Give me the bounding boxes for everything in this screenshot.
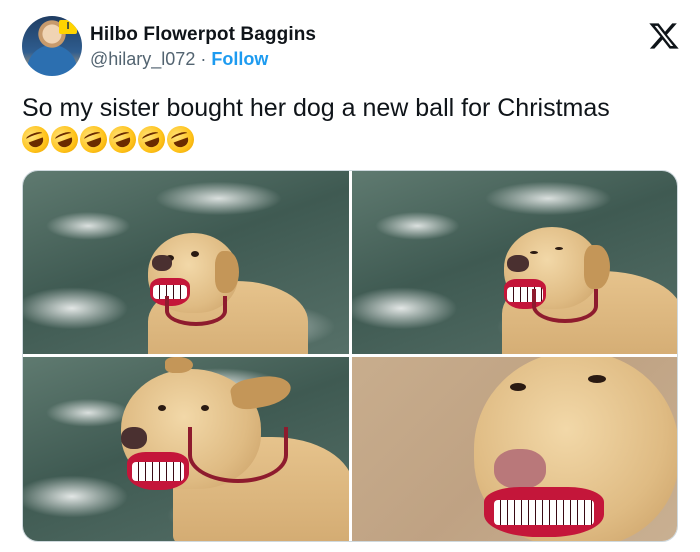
dog-collar xyxy=(532,289,598,323)
dog-nose xyxy=(494,449,546,489)
x-logo-icon[interactable] xyxy=(648,20,680,52)
teeth-ball xyxy=(484,487,604,537)
separator-dot: · xyxy=(200,49,207,69)
dog-nose xyxy=(507,255,529,272)
photo-1[interactable] xyxy=(23,171,349,354)
handle-row: @hilary_l072 · Follow xyxy=(90,49,268,70)
dog-eye xyxy=(201,405,209,411)
dog-eye xyxy=(555,247,563,250)
tweet-header: I Hilbo Flowerpot Baggins @hilary_l072 ·… xyxy=(22,16,682,78)
dog-nose xyxy=(152,255,172,271)
rofl-emoji-icon xyxy=(76,122,111,157)
photo-2[interactable] xyxy=(352,171,677,354)
photo-3[interactable] xyxy=(23,357,349,541)
follow-button[interactable]: Follow xyxy=(211,49,268,69)
dog-ear xyxy=(584,245,610,289)
dog-nose xyxy=(121,427,147,449)
author-display-name[interactable]: Hilbo Flowerpot Baggins xyxy=(90,24,316,46)
dog-ear xyxy=(215,251,239,293)
rofl-emoji-icon xyxy=(105,122,140,157)
tweet-text: So my sister bought her dog a new ball f… xyxy=(18,92,672,161)
dog-collar xyxy=(188,427,288,483)
emoji-row xyxy=(18,122,198,161)
dog-eye xyxy=(158,405,166,411)
dog-collar xyxy=(165,296,227,326)
tweet-text-body: So my sister bought her dog a new ball f… xyxy=(22,94,610,122)
rofl-emoji-icon xyxy=(134,122,169,157)
dog-eye xyxy=(588,375,606,383)
dog-ear xyxy=(228,372,294,412)
dog-eye xyxy=(191,251,199,257)
avatar-badge: I xyxy=(59,20,77,34)
photo-4[interactable] xyxy=(352,357,677,541)
rofl-emoji-icon xyxy=(163,122,198,157)
teeth-ball xyxy=(127,452,189,490)
author-handle[interactable]: @hilary_l072 xyxy=(90,49,195,69)
rofl-emoji-icon xyxy=(18,122,53,157)
dog-ear xyxy=(165,357,193,373)
rofl-emoji-icon xyxy=(47,122,82,157)
dog-eye xyxy=(510,383,526,391)
dog-eye xyxy=(530,251,538,254)
avatar[interactable]: I xyxy=(22,16,82,76)
media-grid xyxy=(22,170,678,542)
